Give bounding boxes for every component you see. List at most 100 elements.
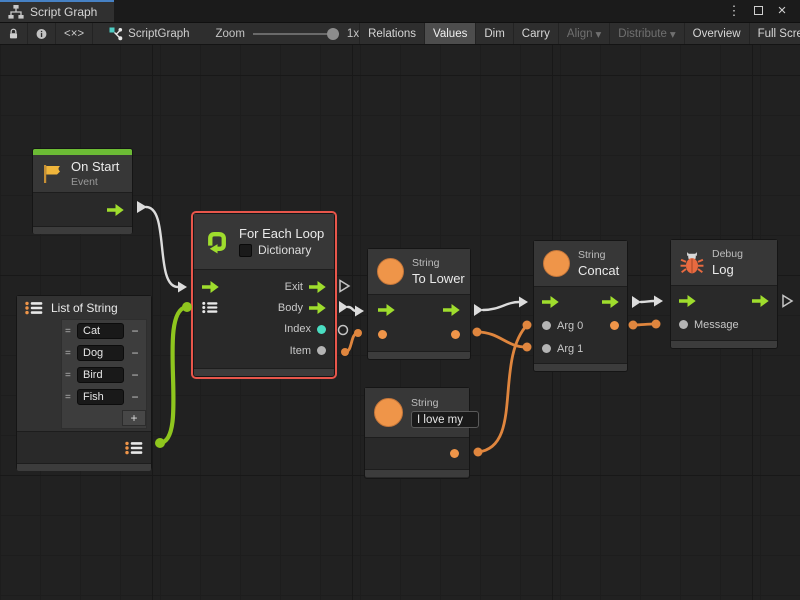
result-output-port[interactable] <box>451 330 460 339</box>
node-debug-log[interactable]: Debug Log Message <box>670 239 778 349</box>
carry-button[interactable]: Carry <box>514 23 559 44</box>
enter-port[interactable] <box>202 281 219 293</box>
drag-handle-icon[interactable]: = <box>65 326 74 337</box>
wire-tolower-concat[interactable] <box>483 302 519 310</box>
node-to-lower[interactable]: String To Lower <box>367 248 471 360</box>
remove-item-button[interactable]: − <box>127 346 143 360</box>
node-concat[interactable]: String Concat Arg 0 Arg 1 <box>533 240 628 372</box>
exit-port[interactable] <box>309 281 326 293</box>
wire-tolower-arg1[interactable] <box>477 332 526 347</box>
info-icon <box>36 27 47 41</box>
wire-item-tolower[interactable] <box>345 333 358 352</box>
on-start-out-marker[interactable] <box>137 201 147 213</box>
values-button[interactable]: Values <box>425 23 476 44</box>
item-port[interactable] <box>317 346 326 355</box>
flag-icon <box>41 163 63 185</box>
list-item-field-3[interactable] <box>77 389 124 405</box>
close-icon[interactable]: × <box>774 1 790 21</box>
value-output-port[interactable] <box>450 449 459 458</box>
lock-button[interactable] <box>0 23 28 44</box>
drag-handle-icon[interactable]: = <box>65 348 74 359</box>
node-for-each-loop[interactable]: For Each Loop Dictionary Exit Body <box>193 213 335 377</box>
remove-item-button[interactable]: − <box>127 368 143 382</box>
remove-item-button[interactable]: − <box>127 324 143 338</box>
concat-out-marker[interactable] <box>632 296 641 308</box>
relations-button[interactable]: Relations <box>360 23 425 44</box>
kebab-menu-icon[interactable]: ⋮ <box>726 1 742 21</box>
on-start-trigger-port[interactable] <box>107 204 124 216</box>
dictionary-label: Dictionary <box>258 243 311 257</box>
script-graph-icon <box>109 27 123 41</box>
dictionary-checkbox[interactable] <box>239 244 252 257</box>
zoom-slider-handle[interactable] <box>327 28 339 40</box>
exit-port-marker[interactable] <box>340 281 349 292</box>
drag-handle-icon[interactable]: = <box>65 370 74 381</box>
node-footer <box>671 340 777 348</box>
body-out-marker[interactable] <box>339 301 348 313</box>
log-exit-marker[interactable] <box>783 296 792 307</box>
exit-port[interactable] <box>443 304 460 316</box>
wire-onstart-foreach[interactable] <box>146 207 178 287</box>
list-item-row: = − <box>62 364 146 386</box>
enter-port[interactable] <box>542 296 559 308</box>
list-output-port[interactable] <box>125 441 143 455</box>
result-output-port[interactable] <box>610 321 619 330</box>
list-item-field-2[interactable] <box>77 367 124 383</box>
node-title: List of String <box>51 301 118 315</box>
index-port-marker[interactable] <box>339 326 348 335</box>
list-item-field-0[interactable] <box>77 323 124 339</box>
list-input-port[interactable] <box>202 301 218 314</box>
arg1-port[interactable] <box>542 344 551 353</box>
arg0-port[interactable] <box>542 321 551 330</box>
wire-concat-message[interactable] <box>633 324 655 325</box>
node-string-literal[interactable]: String <box>364 387 470 479</box>
list-item-row: = − <box>62 342 146 364</box>
remove-item-button[interactable]: − <box>127 390 143 404</box>
tolower-out-marker[interactable] <box>474 304 483 316</box>
tab-title: Script Graph <box>30 5 97 19</box>
zoom-label: Zoom <box>216 28 245 40</box>
graph-breadcrumb[interactable]: ScriptGraph <box>109 23 189 44</box>
node-type-label: String <box>578 249 618 261</box>
exit-port[interactable] <box>602 296 619 308</box>
chevron-down-icon: ▾ <box>670 27 676 41</box>
wire-body-tolower[interactable] <box>348 307 356 311</box>
maximize-icon[interactable] <box>750 1 766 21</box>
fullscreen-button[interactable]: Full Screen <box>750 23 800 44</box>
info-button[interactable] <box>28 23 56 44</box>
wire-list-foreach[interactable] <box>160 307 186 443</box>
node-list-of-string[interactable]: List of String = − = − = <box>16 295 152 470</box>
message-port[interactable] <box>679 320 688 329</box>
add-item-button[interactable]: + <box>122 410 146 426</box>
body-port[interactable] <box>309 302 326 314</box>
enter-port[interactable] <box>378 304 395 316</box>
string-input-port[interactable] <box>378 330 387 339</box>
zoom-slider[interactable] <box>253 28 339 40</box>
wire-literal-arg0[interactable] <box>478 325 527 452</box>
graph-toolbar: <×> ScriptGraph Zoom 1x Relations Values… <box>0 22 800 45</box>
body-port-label: Body <box>278 302 303 314</box>
node-type-label: String <box>411 397 460 409</box>
bug-icon <box>680 252 704 274</box>
unity-window: Script Graph ⋮ × <×> <box>0 0 800 600</box>
node-footer <box>194 368 334 376</box>
node-type-label: String <box>412 257 461 269</box>
node-on-start[interactable]: On Start Event <box>32 148 133 234</box>
string-value-field[interactable] <box>411 411 479 428</box>
dim-button[interactable]: Dim <box>476 23 513 44</box>
distribute-dropdown[interactable]: Distribute ▾ <box>610 23 684 44</box>
exit-port[interactable] <box>752 295 769 307</box>
tab-script-graph[interactable]: Script Graph <box>0 0 114 22</box>
arg1-label: Arg 1 <box>557 343 583 355</box>
list-item-field-1[interactable] <box>77 345 124 361</box>
drag-handle-icon[interactable]: = <box>65 392 74 403</box>
graph-canvas[interactable]: On Start Event List of String = − <box>0 45 800 600</box>
wire-concat-log[interactable] <box>641 301 654 302</box>
inspect-button[interactable]: <×> <box>56 23 93 44</box>
message-label: Message <box>694 319 739 331</box>
arg0-label: Arg 0 <box>557 320 583 332</box>
enter-port[interactable] <box>679 295 696 307</box>
align-dropdown[interactable]: Align ▾ <box>559 23 610 44</box>
overview-button[interactable]: Overview <box>685 23 750 44</box>
index-port[interactable] <box>317 325 326 334</box>
